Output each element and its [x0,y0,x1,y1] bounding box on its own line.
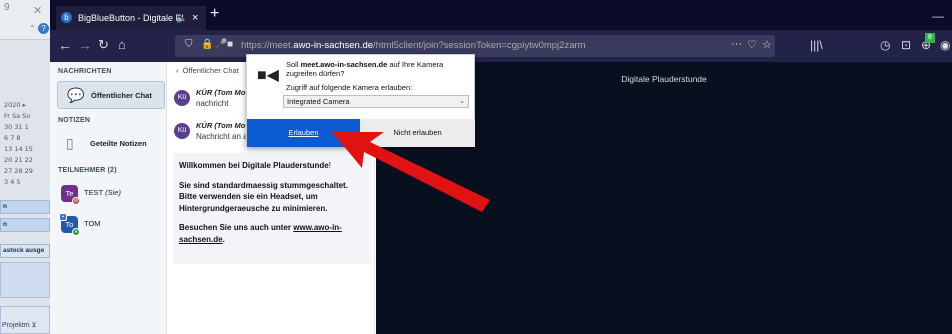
page-actions-icon[interactable]: ··· [731,38,742,50]
camera-icon: ■◀ [257,67,279,84]
library-icon[interactable]: |||\ [810,38,823,52]
chat-bubble-icon: 💬 [67,87,85,103]
bigbluebutton-favicon-icon: b [61,12,72,23]
clock-icon[interactable]: ◷ [880,38,890,52]
message-sender: KÜR (Tom Mo [196,88,246,97]
background-bottom-label[interactable]: Projektm ⊻ [2,321,37,329]
home-icon[interactable]: ⌂ [118,37,126,53]
welcome-message: Willkommen bei Digitale Plauderstunde! S… [173,153,371,264]
welcome-body: Sie sind standardmaessig stummgeschaltet… [179,180,348,213]
presenter-icon: ▪ [59,213,67,221]
allow-button[interactable]: Erlauben [247,119,360,147]
background-calendar: 2020 ▸ Fr Sa So 30 31 1 6 7 8 13 14 15 2… [4,101,33,186]
message-text: nachricht [196,99,229,108]
avatar: Kü [174,123,190,139]
help-icon[interactable]: ? [38,23,49,34]
lock-icon[interactable]: 🔒 [201,39,213,50]
user-name: TOM [84,219,101,228]
shield-icon[interactable]: ⛉ [185,39,193,50]
sidebar-item-public-chat[interactable]: 💬 Öffentlicher Chat [57,81,165,109]
chevron-down-icon: ⌄ [459,98,465,105]
screenshot-icon[interactable]: ⊡ [901,38,911,52]
browser-nav-bar: ← → ↻ ⌂ ⛉ 🔒 🎤 ■ https://meet.awo-in-sach… [50,30,952,62]
background-panel [0,262,50,298]
deny-button[interactable]: Nicht erlauben [360,119,475,147]
background-button-a[interactable]: n [0,200,50,214]
muted-icon: ⊘ [72,197,80,205]
camera-permission-icon[interactable]: ■ [227,39,233,50]
background-caret-icon[interactable]: ⌃ [29,24,36,33]
user-name: TEST (Sie) [84,188,121,197]
browser-tab[interactable]: b BigBlueButton - Digitale Pl 🔈 × [56,6,206,30]
forward-icon[interactable]: → [78,37,92,53]
browser-tab-bar: b BigBlueButton - Digitale Pl 🔈 × + — [50,0,952,30]
user-list-sidebar: NACHRICHTEN 💬 Öffentlicher Chat NOTIZEN … [50,62,167,334]
sidebar-item-label: Geteilte Notizen [90,139,147,148]
tab-title: BigBlueButton - Digitale Pl [78,13,184,23]
camera-select[interactable]: Integrated Camera ⌄ [283,95,469,108]
user-item-tom[interactable]: To ▪ ● TOM [58,213,166,240]
message-sender: KÜR (Tom Mo [196,121,246,130]
notes-header: NOTIZEN [58,117,91,124]
background-window: 9 ✕ ⌃ ? 2020 ▸ Fr Sa So 30 31 1 6 7 8 13… [0,0,50,334]
reload-icon[interactable]: ↻ [98,37,109,53]
background-item-c[interactable]: astock ausge [0,244,50,258]
new-tab-button[interactable]: + [210,5,219,23]
background-panel-bottom [0,306,50,334]
speaker-icon[interactable]: 🔈 [176,6,187,30]
notes-icon: ▯ [66,135,74,151]
pocket-icon[interactable]: ♡ [747,38,757,51]
url-text[interactable]: https://meet.awo-in-sachsen.de/html5clie… [241,40,586,51]
back-icon[interactable]: ← [58,37,72,53]
user-item-test[interactable]: Te ⊘ TEST (Sie) [58,183,166,209]
background-close-icon[interactable]: ✕ [33,4,42,17]
device-label: Zugriff auf folgende Kamera erlauben: [286,83,413,92]
bookmark-star-icon[interactable]: ☆ [762,38,772,51]
account-icon[interactable]: ◉ [940,38,950,52]
audio-icon: ● [72,228,80,236]
microphone-icon[interactable]: 🎤 [215,39,227,50]
avatar: Kü [174,90,190,106]
participants-header: TEILNEHMER (2) [58,167,117,174]
background-window-number: 9 [4,2,10,13]
message-text: Nachricht an a [196,132,248,141]
chat-back-button[interactable]: ‹ Öffentlicher Chat [176,66,239,75]
window-minimize-icon[interactable]: — [932,9,944,23]
extension-badge-icon: 8 [925,33,935,43]
tab-close-icon[interactable]: × [192,6,198,30]
sidebar-item-label: Öffentlicher Chat [91,91,152,100]
sidebar-item-shared-notes[interactable]: ▯ Geteilte Notizen [57,130,165,158]
camera-permission-popup: ■◀ Soll meet.awo-in-sachsen.de auf Ihre … [246,54,475,147]
permission-question: Soll meet.awo-in-sachsen.de auf Ihre Kam… [286,60,444,78]
background-button-b[interactable]: n [0,218,50,232]
messages-header: NACHRICHTEN [58,68,112,75]
